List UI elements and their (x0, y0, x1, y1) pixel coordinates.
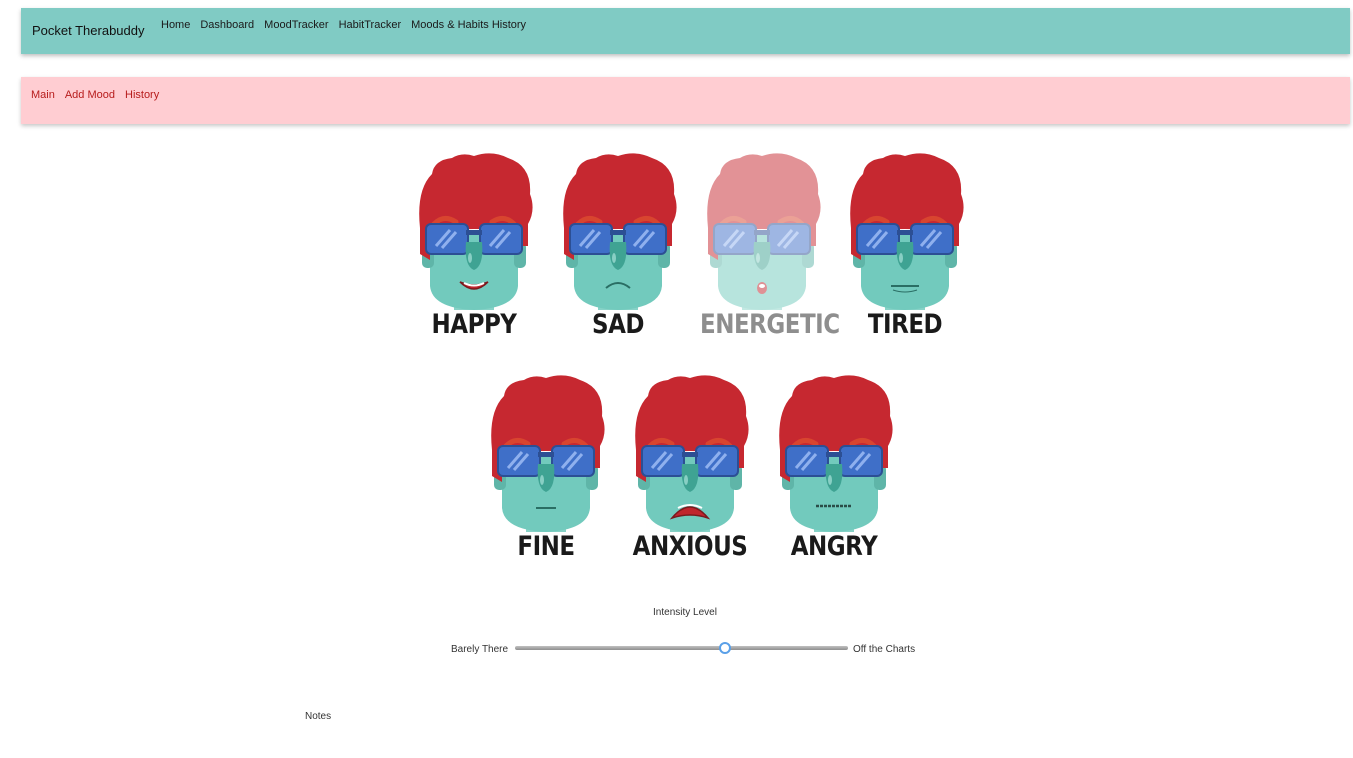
face-icon (491, 375, 605, 532)
intensity-title: Intensity Level (653, 607, 717, 618)
subnav-history[interactable]: History (125, 89, 159, 101)
face-icon (563, 153, 677, 310)
mood-label-happy: HAPPY (431, 310, 517, 340)
face-icon (850, 153, 964, 310)
mood-label-tired: TIRED (867, 310, 943, 340)
subnav-links: Main Add Mood History (31, 89, 159, 101)
mood-label-sad: SAD (592, 310, 644, 340)
mood-label-angry: ANGRY (790, 532, 878, 562)
subnav-main[interactable]: Main (31, 89, 55, 101)
mood-label-energetic: ENERGETIC (700, 310, 840, 340)
face-icon (419, 153, 533, 310)
face-icon (707, 153, 821, 310)
mood-option-sad[interactable]: SAD (556, 150, 680, 342)
nav-habittracker[interactable]: HabitTracker (339, 19, 402, 31)
intensity-max-label: Off the Charts (853, 644, 916, 655)
face-icon (779, 375, 893, 532)
notes-label: Notes (305, 711, 332, 722)
top-nav-links: Home Dashboard MoodTracker HabitTracker … (161, 19, 526, 31)
mood-label-anxious: ANXIOUS (632, 532, 748, 562)
nav-moodtracker[interactable]: MoodTracker (264, 19, 328, 31)
nav-dashboard[interactable]: Dashboard (200, 19, 254, 31)
intensity-min-label: Barely There (451, 644, 509, 655)
mood-option-happy[interactable]: HAPPY (412, 150, 536, 342)
intensity-slider-track[interactable] (515, 646, 848, 650)
mood-option-tired[interactable]: TIRED (843, 150, 967, 342)
mood-option-angry[interactable]: ANGRY (772, 372, 896, 564)
mood-option-fine[interactable]: FINE (484, 372, 608, 564)
nav-home[interactable]: Home (161, 19, 190, 31)
mood-subnav: Main Add Mood History (21, 77, 1350, 124)
top-navbar: Pocket Therabuddy Home Dashboard MoodTra… (21, 8, 1350, 54)
nav-history[interactable]: Moods & Habits History (411, 19, 526, 31)
mood-option-anxious[interactable]: ANXIOUS (628, 372, 752, 564)
intensity-slider-thumb[interactable] (718, 642, 731, 654)
mood-option-energetic[interactable]: ENERGETIC (700, 150, 840, 342)
mood-label-fine: FINE (517, 532, 575, 562)
brand-title[interactable]: Pocket Therabuddy (32, 23, 145, 38)
subnav-add-mood[interactable]: Add Mood (65, 89, 115, 101)
face-icon (635, 375, 749, 532)
